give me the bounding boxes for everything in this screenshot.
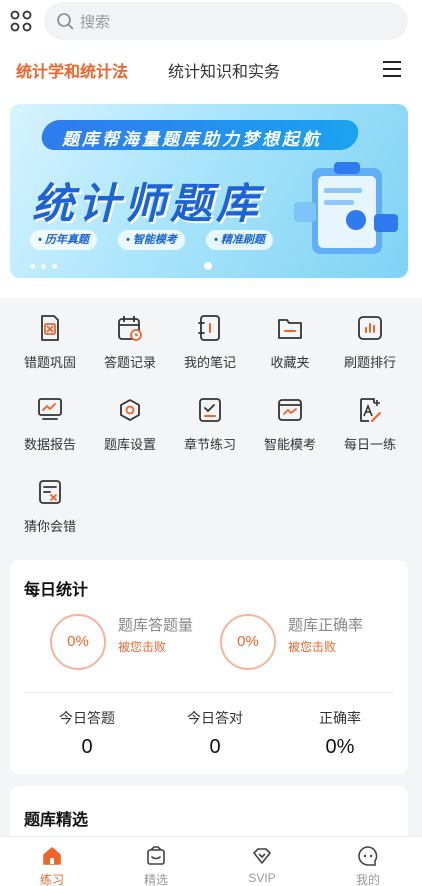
menu-item-ranking[interactable]: 刷题排行 [330, 304, 410, 370]
bottom-nav: 练习 精选 SVIP 我的 [0, 836, 422, 886]
banner-title: 统计师题库 [32, 180, 263, 227]
nav-label: SVIP [248, 871, 276, 885]
divider [24, 692, 394, 693]
nav-featured[interactable]: 精选 [126, 837, 186, 886]
home-icon [43, 847, 61, 865]
banner-chip: • 精准刷题 [206, 230, 273, 250]
feature-menu: 错题巩固 答题记录 我的笔记 收藏夹 刷题排行 数据报告 题库设置 章节练习 智… [0, 298, 422, 546]
menu-item-label: 题库设置 [103, 437, 156, 452]
menu-item-label: 错题巩固 [23, 355, 76, 370]
menu-item-label: 智能模考 [263, 437, 316, 452]
top-section: 搜索 统计学和统计法 统计知识和实务 题库帮海量题库助力梦想起航 统计师题库 •… [0, 0, 422, 298]
guess-wrong-icon [39, 480, 61, 504]
menu-item-chapter-practice[interactable]: 章节练习 [170, 386, 250, 452]
daily-practice-icon [360, 398, 381, 422]
carousel-indicator [204, 262, 212, 270]
daily-stats-title: 每日统计 [24, 582, 89, 599]
daily-stats-card: 每日统计 0% 题库答题量 被您击败 0% 题库正确率 被您击败 今日答题 0 … [10, 560, 408, 774]
grid-menu-icon[interactable] [10, 10, 32, 32]
banner-chip: • 历年真题 [30, 230, 97, 250]
menu-item-answer-records[interactable]: 答题记录 [90, 304, 170, 370]
menu-item-label: 每日一练 [343, 437, 396, 452]
menu-item-data-report[interactable]: 数据报告 [10, 386, 90, 452]
hamburger-menu-icon[interactable] [382, 59, 402, 79]
menu-item-label: 数据报告 [23, 437, 76, 452]
banner-chips: • 历年真题 • 智能模考 • 精准刷题 [24, 230, 274, 252]
stat-value: 0% [325, 736, 355, 758]
banner-dots [30, 264, 74, 270]
stat-label: 今日答对 [187, 710, 243, 726]
tab-statistics-practice[interactable]: 统计知识和实务 [168, 58, 280, 82]
settings-icon [120, 399, 140, 421]
nav-svip[interactable]: SVIP [232, 837, 292, 886]
banner-headline: 题库帮海量题库助力梦想起航 [62, 130, 322, 149]
subject-tabs: 统计学和统计法 统计知识和实务 [0, 50, 422, 90]
nav-label: 精选 [143, 873, 168, 886]
search-placeholder: 搜索 [80, 14, 111, 31]
search-bar: 搜索 [0, 0, 422, 46]
menu-item-daily-practice[interactable]: 每日一练 [330, 386, 410, 452]
chapter-check-icon [199, 398, 221, 422]
stat-label: 正确率 [319, 710, 361, 726]
menu-item-label: 我的笔记 [183, 355, 236, 370]
menu-item-wrong-questions[interactable]: 错题巩固 [10, 304, 90, 370]
stat-value: 0 [209, 736, 221, 758]
featured-icon [147, 846, 165, 865]
menu-item-my-notes[interactable]: 我的笔记 [170, 304, 250, 370]
accuracy-label: 题库正确率 [288, 617, 364, 634]
menu-item-label: 答题记录 [103, 355, 156, 370]
nav-label: 我的 [355, 873, 380, 886]
nav-label: 练习 [39, 873, 64, 886]
profile-chat-icon [358, 846, 378, 866]
nav-practice[interactable]: 练习 [22, 837, 82, 886]
nav-me[interactable]: 我的 [338, 837, 398, 886]
accuracy-percent: 0% [237, 633, 259, 650]
promo-banner[interactable]: 题库帮海量题库助力梦想起航 统计师题库 • 历年真题 • 智能模考 • 精准刷题 [10, 104, 408, 278]
accuracy-rate-stat: 正确率 0% [275, 708, 405, 759]
menu-item-favorites[interactable]: 收藏夹 [250, 304, 330, 370]
volume-ring: 0% [50, 614, 106, 670]
menu-item-smart-exam[interactable]: 智能模考 [250, 386, 330, 452]
smart-exam-icon [278, 399, 302, 421]
search-input[interactable]: 搜索 [44, 2, 408, 40]
menu-item-label: 猜你会错 [23, 519, 76, 534]
today-correct-stat: 今日答对 0 [150, 708, 280, 759]
featured-bank-title: 题库精选 [24, 812, 89, 829]
tab-statistics-law[interactable]: 统计学和统计法 [16, 58, 128, 82]
notebook-icon [198, 315, 220, 341]
folder-icon [278, 319, 302, 339]
menu-item-label: 收藏夹 [270, 355, 310, 370]
clipboard-illustration-icon [294, 162, 398, 254]
accuracy-sub: 被您击败 [288, 640, 337, 654]
menu-item-bank-settings[interactable]: 题库设置 [90, 386, 170, 452]
menu-item-guess-wrong[interactable]: 猜你会错 [10, 468, 90, 534]
today-answered-stat: 今日答题 0 [22, 708, 152, 759]
monitor-chart-icon [38, 398, 62, 420]
ranking-chart-icon [358, 316, 382, 340]
menu-item-label: 刷题排行 [343, 355, 396, 370]
calendar-clock-icon [118, 316, 142, 341]
diamond-icon [253, 848, 271, 864]
stat-value: 0 [81, 736, 93, 758]
volume-label: 题库答题量 [118, 617, 194, 634]
accuracy-ring: 0% [220, 614, 276, 670]
banner-chip: • 智能模考 [118, 230, 185, 250]
volume-sub: 被您击败 [118, 640, 167, 654]
stat-label: 今日答题 [59, 710, 115, 726]
wrong-question-icon [41, 315, 59, 341]
menu-item-label: 章节练习 [183, 437, 236, 452]
search-icon [57, 13, 74, 30]
volume-percent: 0% [67, 633, 89, 650]
